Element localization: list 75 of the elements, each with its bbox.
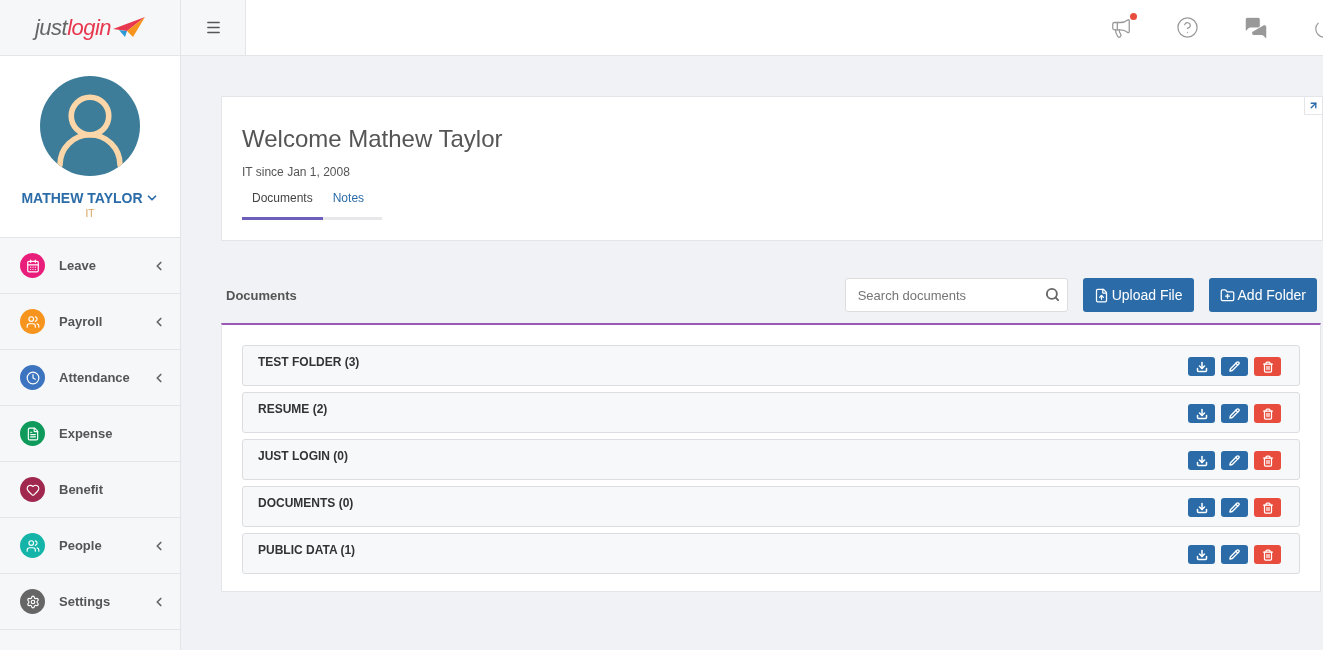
sidebar-label: Payroll	[59, 314, 104, 329]
download-button[interactable]	[1188, 404, 1215, 423]
download-button[interactable]	[1188, 545, 1215, 564]
pencil-icon	[1229, 502, 1240, 513]
logo-text: justlogin	[34, 14, 112, 41]
delete-button[interactable]	[1254, 545, 1281, 564]
tab[interactable]: Documents	[242, 191, 323, 220]
pencil-icon	[1229, 361, 1240, 372]
welcome-subtitle: IT since Jan 1, 2008	[242, 165, 351, 179]
download-button[interactable]	[1188, 357, 1215, 376]
help-icon[interactable]	[1176, 16, 1199, 39]
download-icon	[1195, 454, 1208, 467]
pencil-icon	[1229, 408, 1240, 419]
folder-plus-icon	[1219, 287, 1235, 303]
folder-name: PUBLIC DATA (1)	[258, 543, 357, 557]
profile-name[interactable]: MATHEW TAYLOR	[21, 190, 159, 206]
sidebar-item[interactable]: Expense	[0, 406, 180, 462]
edit-button[interactable]	[1221, 404, 1248, 423]
trash-icon	[1261, 360, 1274, 373]
edit-button[interactable]	[1221, 545, 1248, 564]
delete-button[interactable]	[1254, 498, 1281, 517]
chat-icon[interactable]	[1243, 14, 1269, 41]
search-field[interactable]: Search documents	[844, 278, 1068, 312]
sidebar-label: Leave	[59, 258, 97, 273]
folder-name: TEST FOLDER (3)	[258, 355, 361, 369]
delete-button[interactable]	[1254, 404, 1281, 423]
expand-button[interactable]	[1304, 97, 1322, 115]
sidebar-item[interactable]: Payroll	[0, 294, 180, 350]
download-icon	[1195, 407, 1208, 420]
arrow-icon	[1308, 100, 1319, 111]
paper-plane-icon	[113, 16, 146, 39]
tab[interactable]: Notes	[322, 191, 375, 220]
folder-row[interactable]: RESUME (2)	[242, 392, 1300, 433]
pencil-icon	[1229, 455, 1240, 466]
megaphone-icon[interactable]	[1110, 16, 1132, 39]
folder-row[interactable]: JUST LOGIN (0)	[242, 439, 1300, 480]
section-title: Documents	[226, 287, 298, 303]
folder-row[interactable]: DOCUMENTS (0)	[242, 486, 1300, 527]
folder-row[interactable]: TEST FOLDER (3)	[242, 345, 1300, 386]
edit-button[interactable]	[1221, 498, 1248, 517]
download-button[interactable]	[1188, 451, 1215, 470]
download-icon	[1195, 360, 1208, 373]
sidebar-item[interactable]: People	[0, 518, 180, 574]
edit-button[interactable]	[1221, 451, 1248, 470]
trash-icon	[1261, 548, 1274, 561]
add-folder-button[interactable]: Add Folder	[1208, 278, 1317, 312]
sidebar-label: Settings	[59, 594, 112, 609]
folder-name: JUST LOGIN (0)	[258, 449, 349, 463]
download-button[interactable]	[1188, 498, 1215, 517]
edit-button[interactable]	[1221, 357, 1248, 376]
pencil-icon	[1229, 549, 1240, 560]
profile-department: IT	[85, 208, 95, 219]
sidebar-item[interactable]: Settings	[0, 574, 180, 630]
download-icon	[1195, 501, 1208, 514]
sidebar-label: People	[59, 538, 103, 553]
sidebar-label: Benefit	[59, 482, 105, 497]
folder-name: DOCUMENTS (0)	[258, 496, 355, 510]
download-icon	[1195, 548, 1208, 561]
search-icon	[1044, 287, 1060, 302]
delete-button[interactable]	[1254, 451, 1281, 470]
file-upload-icon	[1093, 287, 1109, 303]
upload-button[interactable]: Upload File	[1082, 278, 1194, 312]
sidebar-item[interactable]: Attendance	[0, 350, 180, 406]
trash-icon	[1261, 454, 1274, 467]
folder-row[interactable]: PUBLIC DATA (1)	[242, 533, 1300, 574]
welcome-title: Welcome Mathew Taylor	[242, 125, 504, 153]
sidebar-item[interactable]: Benefit	[0, 462, 180, 518]
folder-name: RESUME (2)	[258, 402, 329, 416]
delete-button[interactable]	[1254, 357, 1281, 376]
sidebar-label: Expense	[59, 426, 114, 441]
sidebar-item[interactable]: Leave	[0, 238, 180, 294]
menu-icon	[204, 19, 222, 36]
trash-icon	[1261, 501, 1274, 514]
trash-icon	[1261, 407, 1274, 420]
sidebar-label: Attendance	[59, 370, 131, 385]
